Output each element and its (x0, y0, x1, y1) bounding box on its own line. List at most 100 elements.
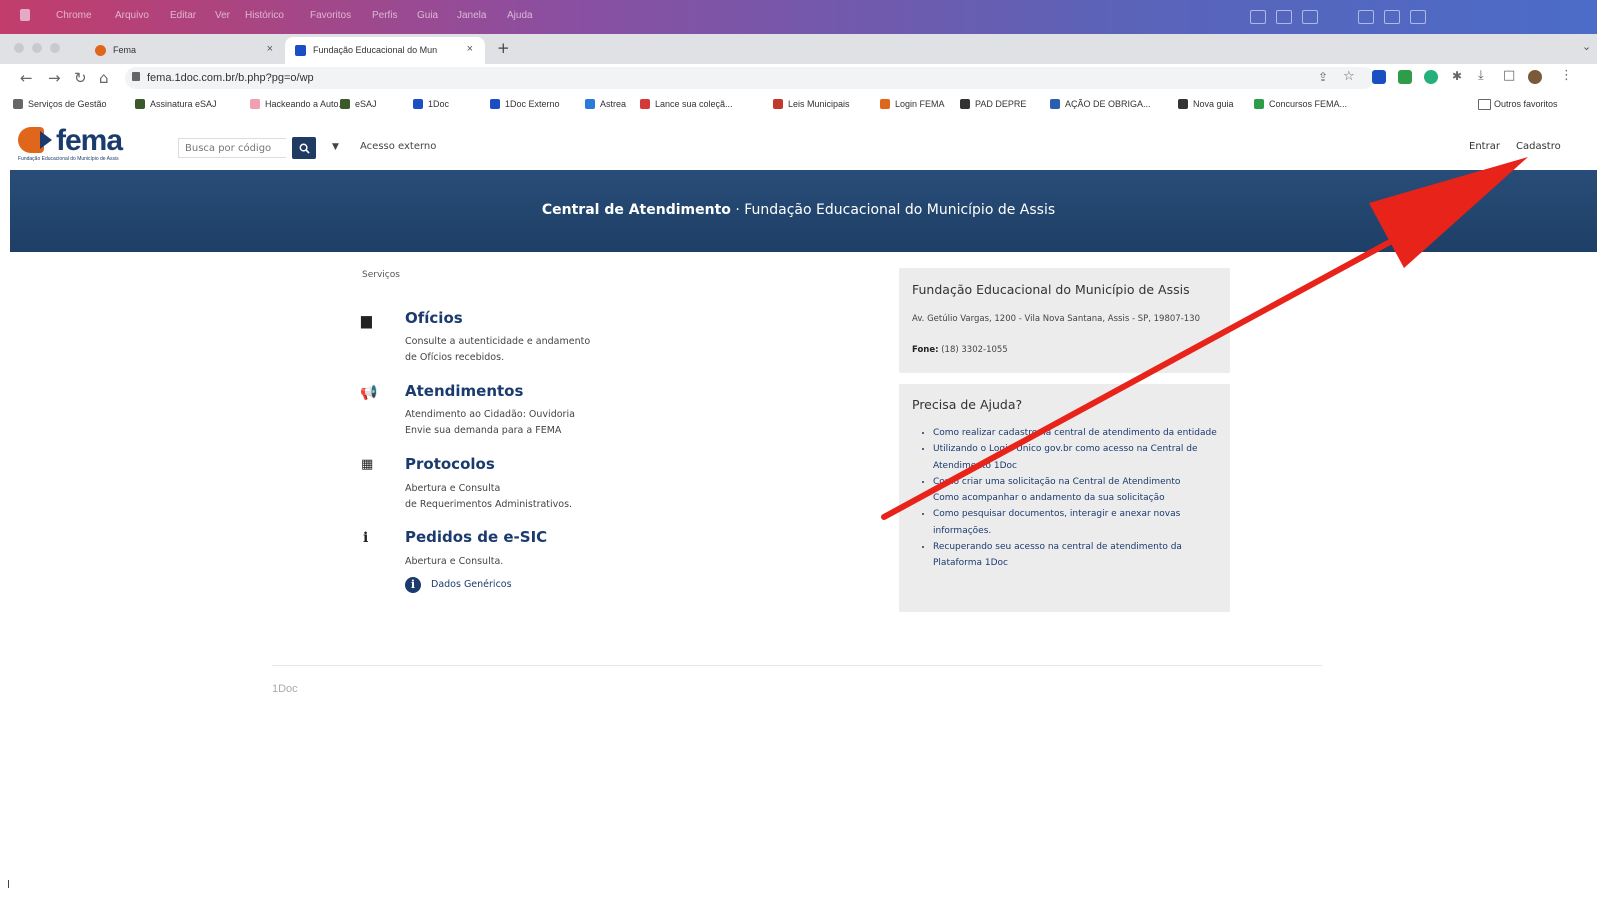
home-icon[interactable]: ⌂ (99, 69, 109, 87)
window-zoom-icon[interactable] (50, 43, 60, 53)
service-atendimentos-title[interactable]: Atendimentos (405, 382, 523, 400)
bookmark-favicon-icon (340, 99, 350, 109)
window-close-icon[interactable] (14, 43, 24, 53)
search-button[interactable] (292, 137, 316, 159)
bookmark-item[interactable]: Astrea (600, 99, 626, 109)
search-by-code-input[interactable] (178, 138, 286, 158)
tab-close-icon[interactable]: × (467, 43, 473, 55)
tray-icon[interactable] (1250, 10, 1266, 24)
bookmark-item[interactable]: PAD DEPRE (975, 99, 1026, 109)
menu-editar[interactable]: Editar (170, 10, 196, 21)
bookmark-favicon-icon (585, 99, 595, 109)
fema-favicon-icon (95, 45, 106, 56)
new-tab-button[interactable]: + (497, 39, 510, 57)
bookmark-favicon-icon (1178, 99, 1188, 109)
service-oficios-desc: Consulte a autenticidade e andamento de … (405, 334, 590, 366)
extension-icon[interactable] (1398, 70, 1412, 84)
sidepanel-icon[interactable]: □ (1503, 68, 1515, 83)
control-center-icon[interactable] (1410, 10, 1426, 24)
bookmark-item[interactable]: Nova guia (1193, 99, 1234, 109)
menu-ajuda[interactable]: Ajuda (507, 10, 533, 21)
share-icon[interactable]: ⇪ (1318, 70, 1328, 84)
tab-fema[interactable]: Fema × (85, 37, 285, 64)
menu-chrome[interactable]: Chrome (56, 10, 92, 21)
keyboard-icon[interactable] (1358, 10, 1374, 24)
bookmark-item[interactable]: Assinatura eSAJ (150, 99, 217, 109)
signup-link[interactable]: Cadastro (1516, 141, 1561, 152)
fema-logo-text[interactable]: fema (56, 124, 123, 158)
bookmark-favicon-icon (640, 99, 650, 109)
dados-genericos-link[interactable]: Dados Genéricos (431, 579, 512, 590)
bookmark-item[interactable]: Concursos FEMA... (1269, 99, 1347, 109)
hero-title-bold: Central de Atendimento (541, 202, 731, 218)
url-text[interactable]: fema.1doc.com.br/b.php?pg=o/wp (147, 72, 314, 84)
help-link[interactable]: Como acompanhar o andamento da sua solic… (933, 490, 1229, 506)
volume-icon[interactable] (1302, 10, 1318, 24)
bookmark-other-favorites[interactable]: Outros favoritos (1494, 99, 1558, 109)
service-desc-line: de Ofícios recebidos. (405, 352, 505, 363)
tab-fundacao[interactable]: Fundação Educacional do Mun × (285, 37, 485, 64)
window-minimize-icon[interactable] (32, 43, 42, 53)
service-desc-line: de Requerimentos Administrativos. (405, 499, 573, 510)
login-link[interactable]: Entrar (1469, 141, 1500, 152)
menu-arquivo[interactable]: Arquivo (115, 10, 149, 21)
apple-icon[interactable] (20, 9, 30, 21)
menu-favoritos[interactable]: Favoritos (310, 10, 351, 21)
reload-icon[interactable]: ↻ (74, 69, 87, 87)
footer-divider (272, 665, 1322, 666)
extension-icon[interactable] (1424, 70, 1438, 84)
fema-logo-chevron (40, 131, 52, 149)
forward-arrow-icon[interactable]: → (48, 69, 61, 87)
bookmark-item[interactable]: Serviços de Gestão (28, 99, 107, 109)
bookmark-item[interactable]: eSAJ (355, 99, 377, 109)
info-circle-icon: i (405, 577, 421, 593)
help-link[interactable]: Recuperando seu acesso na central de ate… (933, 539, 1229, 572)
extensions-puzzle-icon[interactable]: ✱ (1452, 69, 1462, 83)
menu-historico[interactable]: Histórico (245, 10, 284, 21)
bookmark-favicon-icon (1254, 99, 1264, 109)
help-title: Precisa de Ajuda? (912, 397, 1023, 412)
download-icon[interactable]: ⤓ (1478, 68, 1484, 83)
acesso-externo-link[interactable]: Acesso externo (360, 141, 436, 152)
service-oficios-title[interactable]: Ofícios (405, 309, 463, 327)
tray-icon[interactable] (1276, 10, 1292, 24)
bookmark-star-icon[interactable]: ☆ (1343, 69, 1355, 84)
1doc-favicon-icon (295, 45, 306, 56)
service-desc-line: Abertura e Consulta (405, 483, 501, 494)
bookmark-favicon-icon (1050, 99, 1060, 109)
bookmark-item[interactable]: 1Doc Externo (505, 99, 560, 109)
menu-guia[interactable]: Guia (417, 10, 438, 21)
menu-ver[interactable]: Ver (215, 10, 230, 21)
bookmark-item[interactable]: Lance sua coleçã... (655, 99, 733, 109)
extension-icon[interactable] (1372, 70, 1386, 84)
tab-close-icon[interactable]: × (267, 43, 273, 55)
spotlight-icon[interactable] (1384, 10, 1400, 24)
help-link[interactable]: Como pesquisar documentos, interagir e a… (933, 506, 1229, 539)
dropdown-caret-icon[interactable]: ▼ (332, 142, 339, 152)
bookmark-item[interactable]: 1Doc (428, 99, 449, 109)
menu-perfis[interactable]: Perfis (372, 10, 398, 21)
bookmark-item[interactable]: Login FEMA (895, 99, 945, 109)
tab-search-chevron-icon[interactable]: ⌄ (1582, 40, 1591, 53)
bookmark-favicon-icon (773, 99, 783, 109)
phone-value: (18) 3302-1055 (938, 345, 1008, 355)
lock-icon[interactable] (132, 72, 140, 81)
document-icon: ▆ (361, 313, 372, 329)
bookmark-item[interactable]: Leis Municipais (788, 99, 850, 109)
bookmark-item[interactable]: Hackeando a Auto... (265, 99, 346, 109)
help-link[interactable]: Como criar uma solicitação na Central de… (933, 474, 1229, 490)
chrome-menu-icon[interactable]: ⋮ (1560, 68, 1573, 83)
fema-logo-subtitle: Fundação Educacional do Município de Ass… (18, 156, 119, 162)
bookmark-favicon-icon (490, 99, 500, 109)
help-link[interactable]: Como realizar cadastro na central de ate… (933, 425, 1229, 441)
profile-avatar[interactable] (1528, 70, 1542, 84)
info-icon: i (363, 530, 369, 546)
back-arrow-icon[interactable]: ← (20, 69, 33, 87)
menu-janela[interactable]: Janela (457, 10, 486, 21)
service-desc-line: Consulte a autenticidade e andamento (405, 336, 591, 347)
bookmark-item[interactable]: AÇÃO DE OBRIGA... (1065, 99, 1151, 109)
bookmark-favicon-icon (13, 99, 23, 109)
service-esic-title[interactable]: Pedidos de e-SIC (405, 528, 547, 546)
service-protocolos-title[interactable]: Protocolos (405, 455, 495, 473)
help-link[interactable]: Utilizando o Login Único gov.br como ace… (933, 441, 1229, 474)
